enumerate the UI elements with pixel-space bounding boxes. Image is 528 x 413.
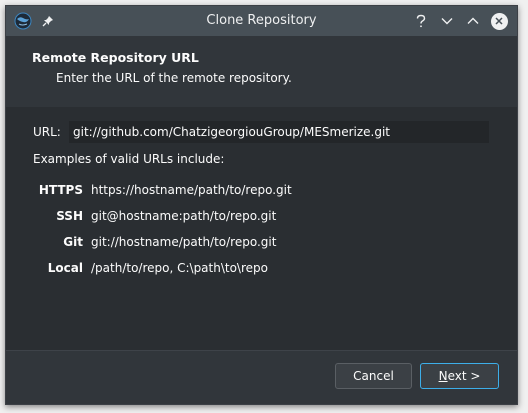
app-globe-icon[interactable] <box>14 12 32 30</box>
help-icon[interactable] <box>411 10 431 32</box>
example-protocol: Local <box>47 261 83 275</box>
example-url: git://hostname/path/to/repo.git <box>91 235 277 249</box>
example-protocol: HTTPS <box>38 183 83 197</box>
next-label: ext > <box>447 369 481 383</box>
example-row-https: HTTPS https://hostname/path/to/repo.git <box>33 177 292 203</box>
example-row-local: Local /path/to/repo, C:\path\to\repo <box>33 255 292 281</box>
example-row-ssh: SSH git@hostname:path/to/repo.git <box>33 203 292 229</box>
close-icon[interactable] <box>490 12 508 30</box>
examples-heading: Examples of valid URLs include: <box>33 152 225 166</box>
url-input[interactable] <box>69 121 489 143</box>
pin-icon[interactable] <box>41 14 55 28</box>
next-button[interactable]: Next > <box>420 363 499 389</box>
url-row: URL: <box>33 121 489 143</box>
maximize-icon[interactable] <box>463 10 483 32</box>
url-label: URL: <box>33 125 61 139</box>
title-bar[interactable]: Clone Repository <box>6 6 517 36</box>
example-row-git: Git git://hostname/path/to/repo.git <box>33 229 292 255</box>
clone-repository-dialog: Clone Repository Remote Repository URL E… <box>5 5 518 405</box>
close-button-wrap <box>489 10 509 32</box>
minimize-icon[interactable] <box>437 10 457 32</box>
next-mnemonic: N <box>438 369 448 383</box>
dialog-footer: Cancel Next > <box>6 350 517 404</box>
example-url: https://hostname/path/to/repo.git <box>91 183 292 197</box>
example-protocol: Git <box>63 235 83 249</box>
examples-list: HTTPS https://hostname/path/to/repo.git … <box>33 177 292 281</box>
content-area: URL: Examples of valid URLs include: HTT… <box>6 107 517 350</box>
cancel-button[interactable]: Cancel <box>335 363 412 389</box>
example-protocol: SSH <box>56 209 83 223</box>
page-header: Remote Repository URL Enter the URL of t… <box>6 36 517 108</box>
page-subtitle: Enter the URL of the remote repository. <box>56 71 292 85</box>
example-url: git@hostname:path/to/repo.git <box>91 209 277 223</box>
page-title: Remote Repository URL <box>32 50 199 65</box>
example-url: /path/to/repo, C:\path\to\repo <box>91 261 268 275</box>
